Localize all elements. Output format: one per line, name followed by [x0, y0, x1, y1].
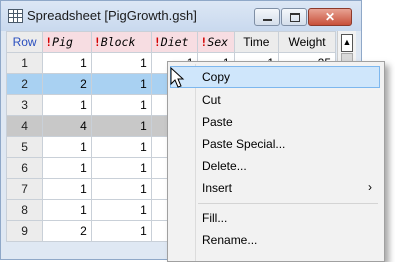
row-number[interactable]: 7 — [5, 178, 44, 200]
spreadsheet-icon — [8, 9, 23, 23]
minimize-button[interactable] — [254, 8, 280, 26]
row-number[interactable]: 4 — [5, 115, 44, 137]
row-number[interactable]: 9 — [5, 220, 44, 242]
cell[interactable]: 1 — [42, 157, 92, 179]
cell[interactable]: 1 — [42, 136, 92, 158]
menu-item-insert[interactable]: Insert › — [170, 177, 380, 199]
cell[interactable]: 1 — [42, 52, 92, 74]
row-number[interactable]: 8 — [5, 199, 44, 221]
cell[interactable]: 1 — [42, 94, 92, 116]
menu-separator — [198, 203, 378, 204]
menu-item-delete[interactable]: Delete... — [170, 155, 380, 177]
submenu-arrow-icon: › — [368, 180, 372, 194]
row-number[interactable]: 1 — [5, 52, 44, 74]
column-header-sex[interactable]: !Sex — [197, 31, 235, 53]
row-number[interactable]: 3 — [5, 94, 44, 116]
menu-item-copy[interactable]: Copy — [170, 66, 380, 88]
factor-marker-icon: ! — [93, 35, 101, 49]
close-button[interactable]: ✕ — [308, 8, 352, 26]
cell[interactable]: 1 — [90, 220, 152, 242]
cell[interactable]: 1 — [90, 52, 152, 74]
context-menu: Copy Cut Paste Paste Special... Delete..… — [167, 61, 385, 262]
scroll-up-icon[interactable]: ▲ — [341, 34, 353, 52]
cell[interactable]: 2 — [42, 73, 92, 95]
title-bar[interactable]: Spreadsheet [PigGrowth.gsh] ✕ — [1, 1, 361, 31]
menu-item-cut[interactable]: Cut — [170, 89, 380, 111]
menu-item-fill[interactable]: Fill... — [170, 207, 380, 229]
column-header-row: Row !Pig !Block !Diet !Sex Time Weight — [5, 31, 336, 53]
menu-item-rename[interactable]: Rename... — [170, 229, 380, 251]
cell[interactable]: 1 — [42, 199, 92, 221]
row-number[interactable]: 2 — [5, 73, 44, 95]
cell[interactable]: 1 — [42, 178, 92, 200]
maximize-button[interactable] — [281, 8, 307, 26]
close-icon: ✕ — [324, 10, 336, 24]
column-header-row-number[interactable]: Row — [5, 31, 44, 53]
cell[interactable]: 2 — [42, 220, 92, 242]
cell[interactable]: 1 — [90, 136, 152, 158]
cell[interactable]: 1 — [90, 94, 152, 116]
cell[interactable]: 1 — [90, 115, 152, 137]
cell[interactable]: 4 — [42, 115, 92, 137]
window-title: Spreadsheet [PigGrowth.gsh] — [27, 8, 197, 23]
row-number[interactable]: 6 — [5, 157, 44, 179]
menu-item-paste-special[interactable]: Paste Special... — [170, 133, 380, 155]
mouse-pointer-icon — [170, 67, 185, 88]
cell[interactable]: 1 — [90, 157, 152, 179]
row-number[interactable]: 5 — [5, 136, 44, 158]
column-header-diet[interactable]: !Diet — [150, 31, 199, 53]
cell[interactable]: 1 — [90, 199, 152, 221]
factor-marker-icon: ! — [153, 35, 161, 49]
menu-item-paste[interactable]: Paste — [170, 111, 380, 133]
column-header-block[interactable]: !Block — [90, 31, 152, 53]
column-header-time[interactable]: Time — [233, 31, 280, 53]
cell[interactable]: 1 — [90, 73, 152, 95]
column-header-weight[interactable]: Weight — [278, 31, 336, 53]
column-header-pig[interactable]: !Pig — [42, 31, 92, 53]
cell[interactable]: 1 — [90, 178, 152, 200]
